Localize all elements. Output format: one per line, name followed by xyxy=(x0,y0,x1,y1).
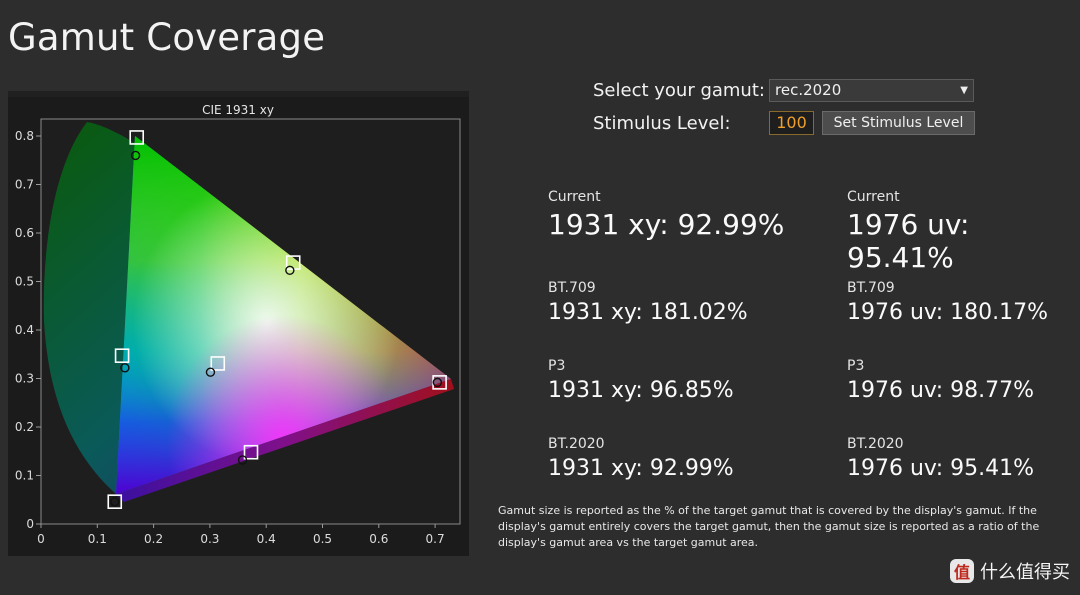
y-tick-label: 0.8 xyxy=(15,129,34,143)
p3-xy-value: 1931 xy: 96.85% xyxy=(548,378,734,403)
y-tick-label: 0.7 xyxy=(15,178,34,192)
watermark-logo: 值 xyxy=(950,559,974,583)
p3-xy-label: P3 xyxy=(548,358,566,374)
set-stimulus-level-button[interactable]: Set Stimulus Level xyxy=(822,111,975,135)
y-tick-label: 0.4 xyxy=(15,323,34,337)
x-tick-label: 0 xyxy=(37,532,45,546)
cie-chart-panel: CIE 1931 xy 0 0.1 0.2 0.3 0.4 0.5 0.6 0.7 0 0.1 0.… xyxy=(8,91,469,556)
y-tick-label: 0.1 xyxy=(15,469,34,483)
current-uv-label: Current xyxy=(847,189,900,205)
stimulus-level-label: Stimulus Level: xyxy=(593,113,731,134)
current-xy-label: Current xyxy=(548,189,601,205)
x-tick-label: 0.6 xyxy=(369,532,388,546)
watermark-text: 什么值得买 xyxy=(980,562,1070,583)
bt709-uv-label: BT.709 xyxy=(847,280,895,296)
p3-uv-value: 1976 uv: 98.77% xyxy=(847,378,1035,403)
p3-uv-label: P3 xyxy=(847,358,865,374)
y-tick-label: 0.2 xyxy=(15,420,34,434)
x-tick-label: 0.4 xyxy=(257,532,276,546)
page-title: Gamut Coverage xyxy=(8,16,326,59)
current-uv-value: 1976 uv: 95.41% xyxy=(847,208,970,274)
bt2020-xy-label: BT.2020 xyxy=(548,436,605,452)
cie-1931-chart: CIE 1931 xy 0 0.1 0.2 0.3 0.4 0.5 0.6 0.7 0 0.1 0.… xyxy=(8,91,469,546)
y-tick-label: 0.6 xyxy=(15,226,34,240)
chart-top-bar xyxy=(8,91,469,97)
bt2020-xy-value: 1931 xy: 92.99% xyxy=(548,456,734,481)
gamut-select-value: rec.2020 xyxy=(775,81,842,99)
current-xy-value: 1931 xy: 92.99% xyxy=(548,208,785,241)
chevron-down-icon[interactable]: ▼ xyxy=(960,80,968,101)
watermark: 值 什么值得买 xyxy=(950,558,1070,584)
x-tick-label: 0.1 xyxy=(88,532,107,546)
bt709-uv-value: 1976 uv: 180.17% xyxy=(847,300,1049,325)
chart-title: CIE 1931 xy xyxy=(202,103,274,117)
gamut-select[interactable]: rec.2020 ▼ xyxy=(769,79,974,102)
x-tick-label: 0.7 xyxy=(426,532,445,546)
y-tick-label: 0 xyxy=(26,517,34,531)
x-tick-label: 0.2 xyxy=(144,532,163,546)
stimulus-level-input[interactable]: 100 xyxy=(769,111,814,135)
bt2020-uv-label: BT.2020 xyxy=(847,436,904,452)
gamut-footnote: Gamut size is reported as the % of the t… xyxy=(498,504,1040,549)
y-tick-label: 0.5 xyxy=(15,275,34,289)
y-tick-label: 0.3 xyxy=(15,372,34,386)
x-tick-label: 0.5 xyxy=(313,532,332,546)
x-tick-label: 0.3 xyxy=(200,532,219,546)
bt709-xy-label: BT.709 xyxy=(548,280,596,296)
bt709-xy-value: 1931 xy: 181.02% xyxy=(548,300,748,325)
gamut-select-label: Select your gamut: xyxy=(593,80,765,101)
bt2020-uv-value: 1976 uv: 95.41% xyxy=(847,456,1035,481)
